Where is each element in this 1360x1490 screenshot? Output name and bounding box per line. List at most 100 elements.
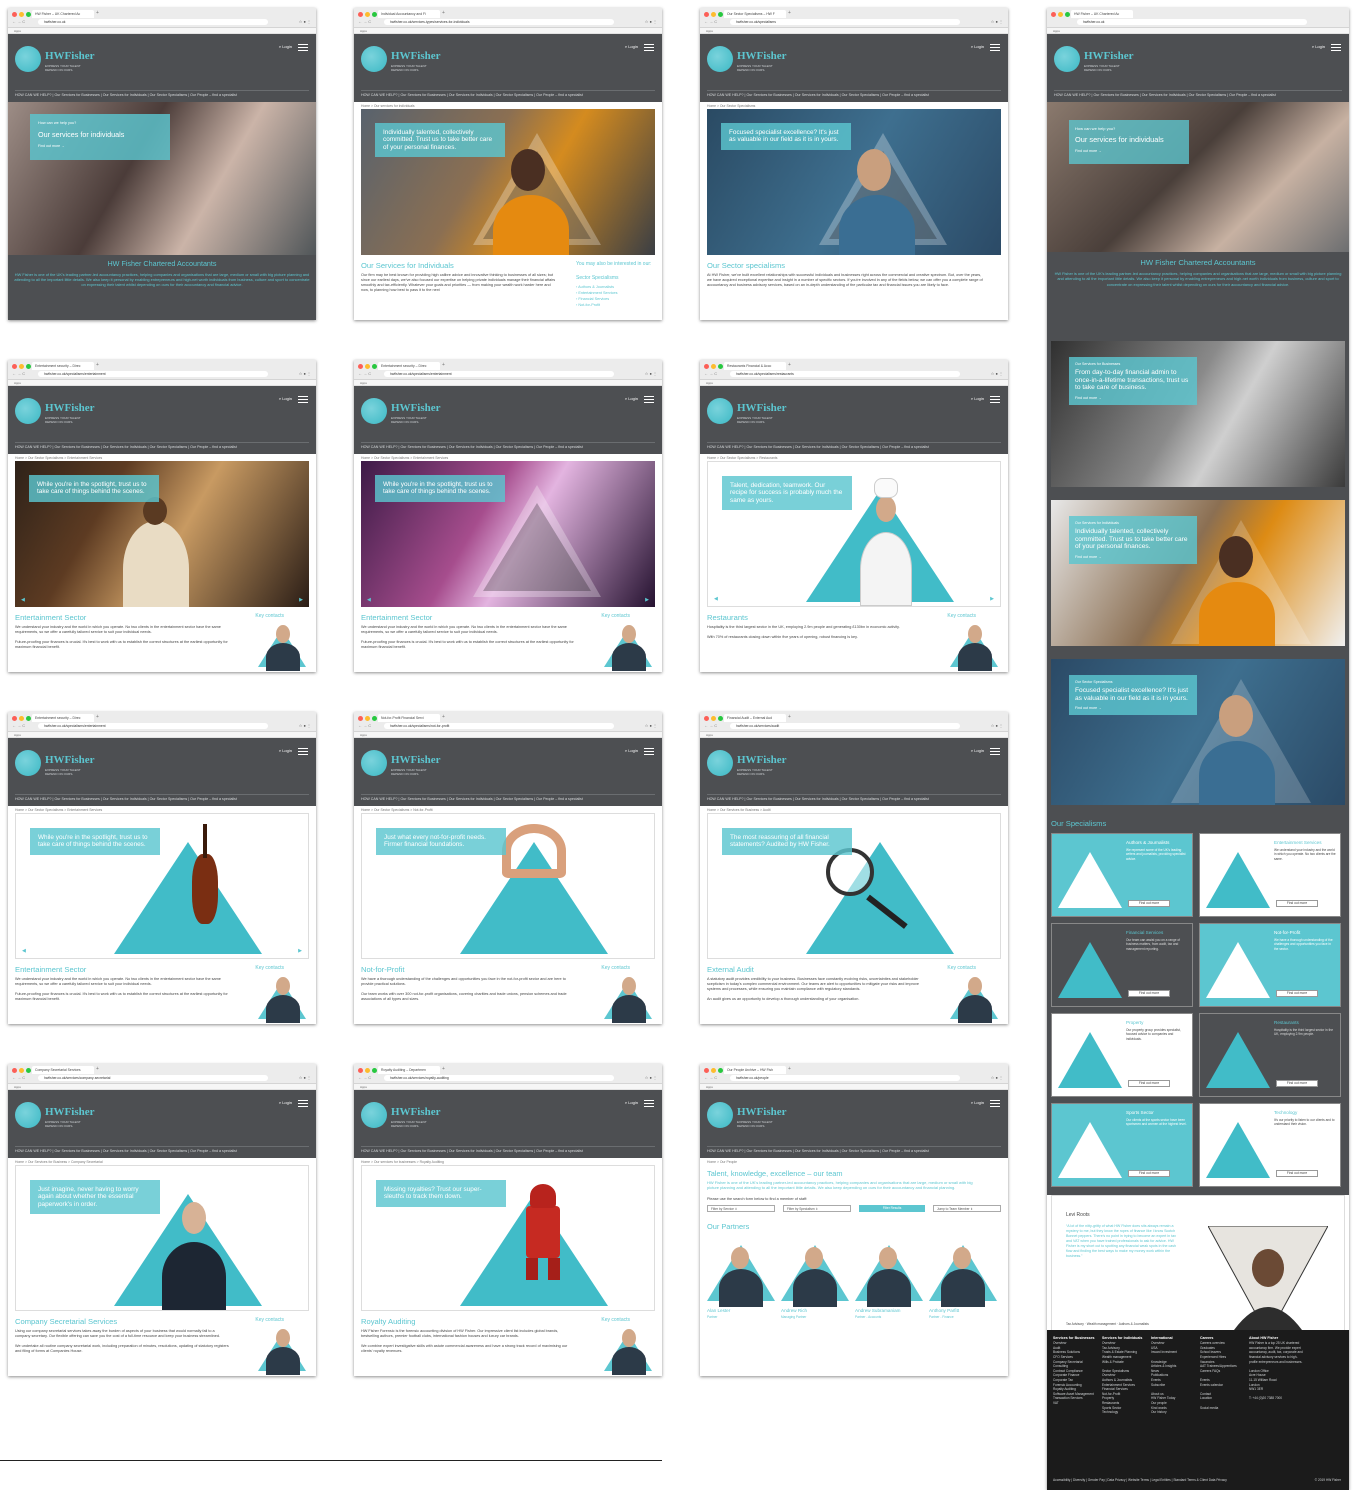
hero-cta[interactable]: Find out more → bbox=[1075, 149, 1183, 153]
back-forward-icon[interactable]: ← → C bbox=[358, 1075, 371, 1080]
logo-icon[interactable] bbox=[707, 398, 733, 424]
logo-icon[interactable] bbox=[15, 750, 41, 776]
sidebar-link[interactable]: › Authors & Journalists bbox=[576, 285, 614, 289]
new-tab-icon[interactable]: + bbox=[788, 714, 791, 720]
logo-icon[interactable] bbox=[361, 750, 387, 776]
filter-select[interactable]: Filter by Service ⇕ bbox=[707, 1204, 775, 1212]
address-bar[interactable]: hwfisher.co.uk/specialisms/not-for-profi… bbox=[384, 723, 614, 729]
login-link[interactable]: ⌕ Login bbox=[971, 1100, 984, 1105]
login-link[interactable]: ⌕ Login bbox=[971, 396, 984, 401]
back-forward-icon[interactable]: ← → C bbox=[12, 371, 25, 376]
address-bar[interactable]: hwfisher.co.uk bbox=[1077, 19, 1307, 25]
specialism-name[interactable]: Restaurants bbox=[1274, 1020, 1299, 1025]
nav-links[interactable]: HOW CAN WE HELP? | Our Services for Busi… bbox=[707, 797, 929, 801]
address-bar[interactable]: hwfisher.co.uk/specialisms/entertainment bbox=[38, 371, 268, 377]
logo-icon[interactable] bbox=[361, 398, 387, 424]
new-tab-icon[interactable]: + bbox=[788, 362, 791, 368]
logo-icon[interactable] bbox=[361, 1102, 387, 1128]
specialism-name[interactable]: Sports Sector bbox=[1126, 1110, 1154, 1115]
new-tab-icon[interactable]: + bbox=[96, 362, 99, 368]
find-out-more-button[interactable]: Find out more bbox=[1276, 1170, 1318, 1177]
specialism-name[interactable]: Property bbox=[1126, 1020, 1143, 1025]
specialism-card[interactable]: Restaurants Hospitality is the third larg… bbox=[1199, 1013, 1341, 1097]
menu-icon[interactable]: ☆ ● ⋮ bbox=[991, 1075, 1003, 1080]
hamburger-icon[interactable] bbox=[298, 1100, 308, 1107]
partner-name[interactable]: Alan Lester bbox=[707, 1308, 730, 1313]
find-out-more-button[interactable]: Find out more bbox=[1128, 1080, 1170, 1087]
hamburger-icon[interactable] bbox=[990, 44, 1000, 51]
specialism-card[interactable]: Authors & Journalists We represent some o… bbox=[1051, 833, 1193, 917]
hamburger-icon[interactable] bbox=[644, 748, 654, 755]
login-link[interactable]: ⌕ Login bbox=[625, 748, 638, 753]
browser-tab[interactable]: Restaurants Financial & Acco bbox=[724, 362, 786, 370]
address-bar[interactable]: hwfisher.co.uk/specialisms/restaurants bbox=[730, 371, 960, 377]
menu-icon[interactable]: ☆ ● ⋮ bbox=[991, 723, 1003, 728]
login-link[interactable]: ⌕ Login bbox=[971, 44, 984, 49]
menu-icon[interactable]: ☆ ● ⋮ bbox=[991, 371, 1003, 376]
carousel-prev-icon[interactable]: ◀ bbox=[714, 596, 718, 602]
address-bar[interactable]: hwfisher.co.uk/specialisms/entertainment bbox=[38, 723, 268, 729]
specialism-card[interactable]: Property Our property group provides spec… bbox=[1051, 1013, 1193, 1097]
nav-links[interactable]: HOW CAN WE HELP? | Our Services for Busi… bbox=[361, 797, 583, 801]
browser-tab[interactable]: Royalty Auditing – Departmen bbox=[378, 1066, 440, 1074]
brand-name[interactable]: HWFisher bbox=[45, 402, 95, 414]
carousel-next-icon[interactable]: ▶ bbox=[990, 596, 994, 602]
brand-name[interactable]: HWFisher bbox=[45, 50, 95, 62]
menu-icon[interactable]: ☆ ● ⋮ bbox=[299, 371, 311, 376]
feature-panel[interactable]: Our Services for Businesses From day-to-d… bbox=[1051, 341, 1345, 487]
breadcrumb[interactable]: Home > Our Services for Business > Audit bbox=[700, 806, 1008, 813]
address-bar[interactable]: hwfisher.co.uk/services/audit bbox=[730, 723, 960, 729]
find-out-more-button[interactable]: Find out more bbox=[1128, 900, 1170, 907]
hamburger-icon[interactable] bbox=[298, 748, 308, 755]
address-bar[interactable]: hwfisher.co.uk/services/company-secretar… bbox=[38, 1075, 268, 1081]
back-forward-icon[interactable]: ← → C bbox=[12, 723, 25, 728]
brand-name[interactable]: HWFisher bbox=[737, 754, 787, 766]
login-link[interactable]: ⌕ Login bbox=[279, 1100, 292, 1105]
brand-name[interactable]: HWFisher bbox=[737, 50, 787, 62]
partner-card[interactable]: Anthony Parfitt Partner - Finance bbox=[929, 1235, 997, 1331]
panel-cta[interactable]: Find out more → bbox=[1075, 396, 1191, 400]
sidebar-link[interactable]: › Not-for-Profit bbox=[576, 303, 600, 307]
brand-name[interactable]: HWFisher bbox=[391, 754, 441, 766]
sidebar-link[interactable]: › Financial Services bbox=[576, 297, 609, 301]
browser-tab[interactable]: Financial Audit – External Aud bbox=[724, 714, 786, 722]
breadcrumb[interactable]: Home > Our services for businesses > Roy… bbox=[354, 1158, 662, 1165]
menu-icon[interactable]: ☆ ● ⋮ bbox=[299, 19, 311, 24]
browser-tab[interactable]: Entertainment security – Direc bbox=[32, 714, 94, 722]
login-link[interactable]: ⌕ Login bbox=[1312, 44, 1325, 49]
brand-name[interactable]: HWFisher bbox=[391, 402, 441, 414]
browser-tab[interactable]: Individual Accountancy and Fi bbox=[378, 10, 440, 18]
breadcrumb[interactable]: Home > Our Services for Business > Compa… bbox=[8, 1158, 316, 1165]
partner-name[interactable]: Andrew Rich bbox=[781, 1308, 807, 1313]
browser-tab[interactable]: Our People Archive – HW Fish bbox=[724, 1066, 786, 1074]
address-bar[interactable]: hwfisher.co.uk/services-types/services-f… bbox=[384, 19, 614, 25]
hamburger-icon[interactable] bbox=[990, 396, 1000, 403]
logo-icon[interactable] bbox=[15, 46, 41, 72]
address-bar[interactable]: hwfisher.co.uk/specialisms/entertainment bbox=[384, 371, 614, 377]
search-icon[interactable]: ⌕ bbox=[1312, 44, 1314, 49]
new-tab-icon[interactable]: + bbox=[442, 10, 445, 16]
login-link[interactable]: ⌕ Login bbox=[971, 748, 984, 753]
nav-links[interactable]: HOW CAN WE HELP? | Our Services for Busi… bbox=[707, 93, 929, 97]
address-bar[interactable]: hwfisher.co.uk/people bbox=[730, 1075, 960, 1081]
address-bar[interactable]: hwfisher.co.uk bbox=[38, 19, 268, 25]
footer-link[interactable]: VAT bbox=[1053, 1401, 1099, 1406]
brand-name[interactable]: HWFisher bbox=[737, 402, 787, 414]
menu-icon[interactable] bbox=[1331, 44, 1341, 51]
partner-name[interactable]: Anthony Parfitt bbox=[929, 1308, 959, 1313]
back-forward-icon[interactable]: ← → C bbox=[704, 1075, 717, 1080]
sidebar-link[interactable]: › Entertainment Services bbox=[576, 291, 618, 295]
address-bar[interactable]: hwfisher.co.uk/specialisms bbox=[730, 19, 960, 25]
back-forward-icon[interactable]: ← → C bbox=[358, 19, 371, 24]
specialism-name[interactable]: Entertainment Services bbox=[1274, 840, 1322, 845]
panel-cta[interactable]: Find out more → bbox=[1075, 555, 1191, 559]
back-forward-icon[interactable]: ← → C bbox=[704, 19, 717, 24]
brand-name[interactable]: HWFisher bbox=[391, 50, 441, 62]
specialism-card[interactable]: Technology It's our priority to listen to… bbox=[1199, 1103, 1341, 1187]
logo-icon[interactable] bbox=[707, 750, 733, 776]
address-bar[interactable]: hwfisher.co.uk/services/royalty-auditing bbox=[384, 1075, 614, 1081]
nav-links[interactable]: HOW CAN WE HELP? | Our Services for Busi… bbox=[361, 93, 583, 97]
hamburger-icon[interactable] bbox=[298, 44, 308, 51]
carousel-prev-icon[interactable]: ◀ bbox=[21, 597, 25, 603]
breadcrumb[interactable]: Home > Our Sector Specialisms > Entertai… bbox=[8, 806, 316, 813]
